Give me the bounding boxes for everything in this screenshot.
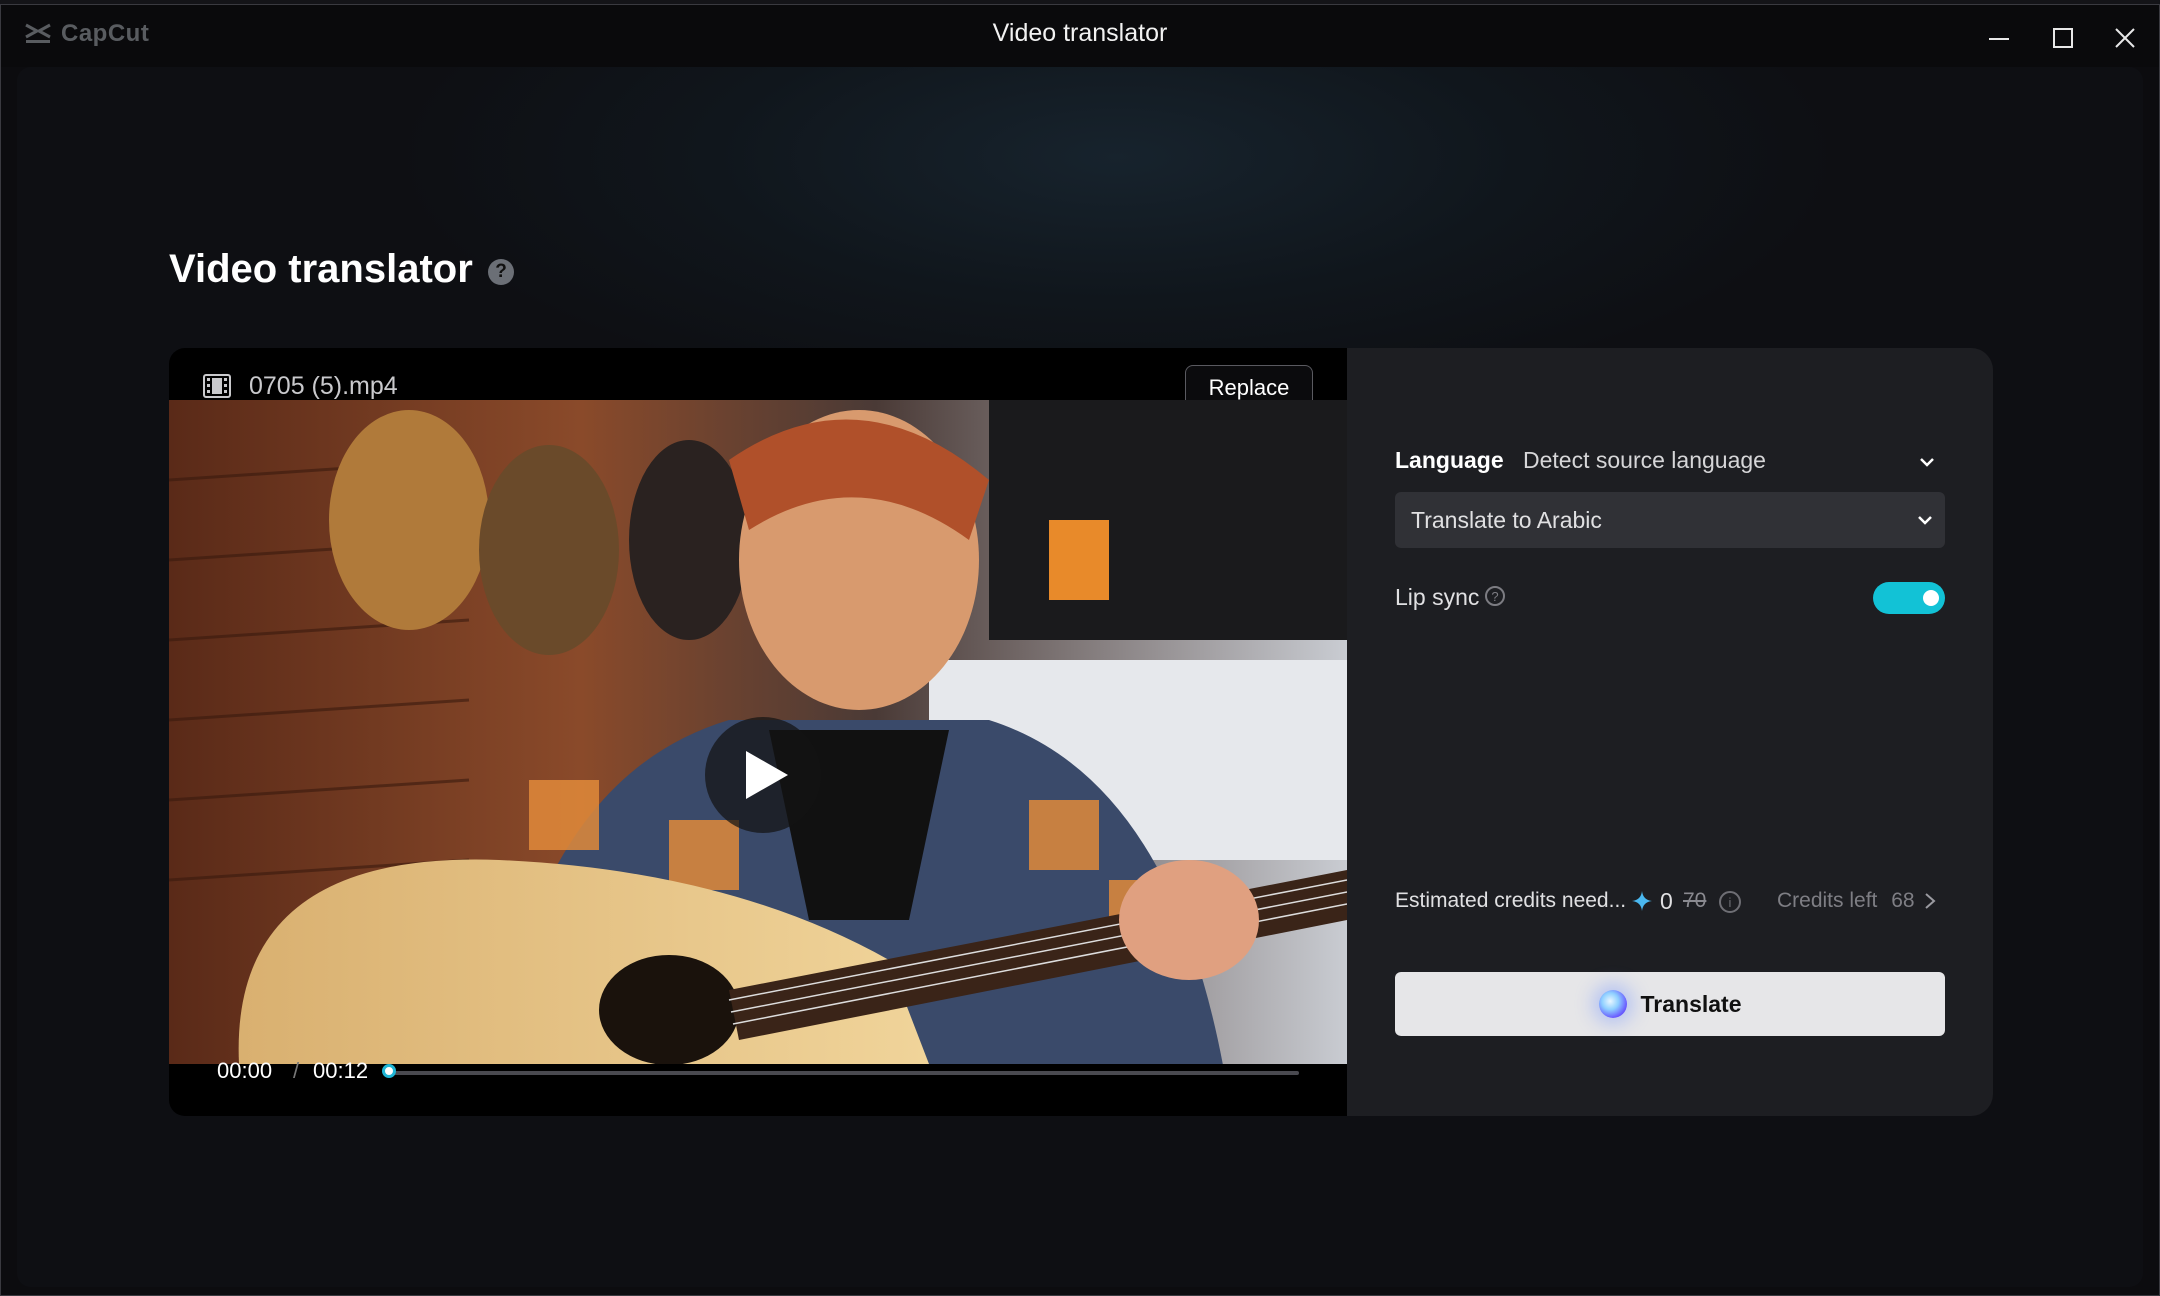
chevron-down-icon [1918, 516, 1932, 525]
time-separator: / [293, 1058, 300, 1083]
total-time: 00:12 [313, 1058, 369, 1083]
film-icon [203, 374, 231, 398]
ai-orb-icon [1598, 990, 1627, 1018]
credits-needed: 0 [1660, 888, 1673, 914]
app-window: CapCut Video translator Video translator… [0, 4, 2160, 1296]
target-language-select[interactable]: Translate to Arabic [1395, 492, 1945, 548]
minimize-button[interactable] [1969, 13, 2029, 63]
file-name: 0705 (5).mp4 [249, 372, 398, 400]
video-panel: 0705 (5).mp4 Replace 00:00 / 00:12 [169, 348, 1347, 1116]
settings-panel: Language Detect source language Translat… [1347, 348, 1993, 1116]
title-bar: CapCut Video translator [1, 5, 2159, 67]
file-bar: 0705 (5).mp4 Replace [169, 348, 1347, 411]
chevron-down-icon[interactable] [1917, 452, 1937, 472]
page-title: Video translator [169, 247, 473, 291]
estimated-credits-label: Estimated credits need... [1395, 889, 1627, 912]
translate-button[interactable]: Translate [1395, 972, 1945, 1036]
language-label: Language [1395, 447, 1504, 473]
credits-left-value: 68 [1891, 889, 1915, 912]
lip-sync-toggle[interactable] [1873, 582, 1945, 614]
video-frame[interactable] [169, 400, 1347, 1064]
chevron-right-icon[interactable] [1921, 891, 1939, 911]
toggle-knob [1923, 590, 1939, 606]
question-icon[interactable]: ? [1485, 586, 1505, 606]
credits-original: 70 [1683, 889, 1707, 912]
credits-left[interactable]: Credits left 68 [1777, 889, 1915, 913]
sparkle-icon [1632, 891, 1652, 911]
play-icon [746, 751, 788, 799]
window-title: Video translator [992, 19, 1168, 47]
credits-left-label: Credits left [1777, 889, 1878, 912]
minimize-icon [1989, 38, 2009, 40]
current-time: 00:00 [217, 1058, 273, 1083]
maximize-button[interactable] [2033, 13, 2093, 63]
source-language-select[interactable]: Detect source language [1523, 447, 1766, 474]
help-icon[interactable]: ? [488, 259, 514, 285]
close-button[interactable] [2095, 13, 2155, 63]
translate-label: Translate [1640, 990, 1742, 1017]
target-language-value: Translate to Arabic [1411, 507, 1602, 533]
progress-knob[interactable] [382, 1064, 396, 1078]
info-icon[interactable]: i [1719, 891, 1741, 913]
close-icon [2115, 28, 2135, 48]
maximize-icon [2053, 28, 2073, 48]
progress-track[interactable] [389, 1071, 1299, 1075]
lip-sync-label: Lip sync [1395, 584, 1480, 610]
play-button[interactable] [705, 717, 821, 833]
